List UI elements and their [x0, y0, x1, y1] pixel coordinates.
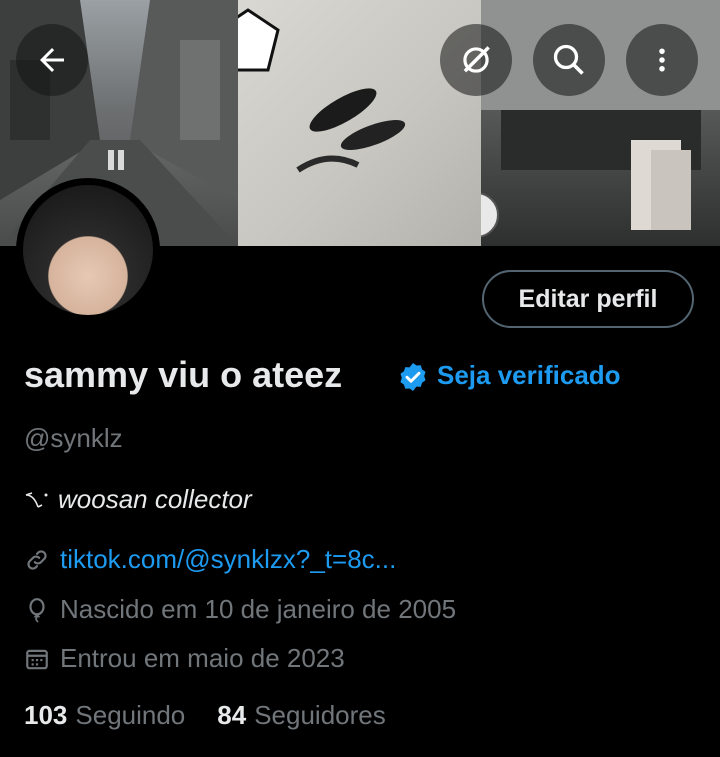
avatar[interactable] — [16, 178, 160, 322]
get-verified-link[interactable]: Seja verificado — [437, 360, 621, 391]
following-count: 103 — [24, 700, 68, 730]
avatar-photo — [23, 185, 153, 315]
display-name: sammy viu o ateez — [24, 354, 343, 395]
website-link[interactable]: tiktok.com/@synklzx?_t=8c... — [60, 544, 396, 575]
link-icon — [27, 549, 47, 570]
calendar-icon — [26, 649, 48, 669]
verified-badge-icon — [400, 363, 426, 391]
followers-link[interactable]: 84 Seguidores — [217, 700, 385, 731]
banner-fish-photo — [238, 0, 481, 246]
balloon-icon — [29, 597, 45, 623]
search-icon — [553, 44, 584, 75]
birthday-text: Nascido em 10 de janeiro de 2005 — [60, 594, 457, 624]
following-label: Seguindo — [75, 700, 186, 730]
handle: @synklz — [24, 423, 123, 453]
more-vertical-icon — [659, 48, 665, 72]
bio: woosan collector — [24, 484, 252, 515]
follow-stats: 103 Seguindo 84 Seguidores — [24, 700, 386, 731]
joined-row: Entrou em maio de 2023 — [24, 643, 345, 674]
joined-text: Entrou em maio de 2023 — [60, 643, 345, 673]
search-button[interactable] — [533, 24, 605, 96]
website-row: tiktok.com/@synklzx?_t=8c... — [24, 544, 396, 575]
grok-button[interactable] — [440, 24, 512, 96]
followers-count: 84 — [217, 700, 247, 730]
following-link[interactable]: 103 Seguindo — [24, 700, 185, 731]
more-options-button[interactable] — [626, 24, 698, 96]
back-button[interactable] — [16, 24, 88, 96]
edit-profile-button[interactable]: Editar perfil — [482, 270, 694, 328]
birthday-row: Nascido em 10 de janeiro de 2005 — [24, 594, 456, 625]
grok-icon — [463, 46, 490, 73]
followers-label: Seguidores — [254, 700, 386, 730]
bio-text: woosan collector — [58, 484, 252, 514]
back-arrow-icon — [40, 48, 64, 72]
bio-decoration-icon — [25, 491, 48, 508]
